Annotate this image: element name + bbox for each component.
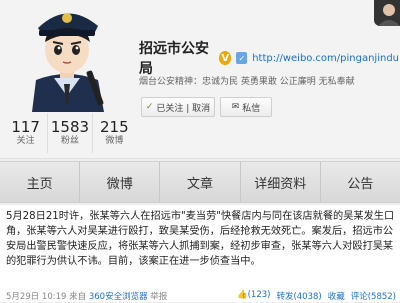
- post-source-prefix: 来自: [69, 292, 87, 302]
- envelope-icon: ✉: [231, 102, 240, 112]
- tab-details[interactable]: 详细资料: [240, 162, 321, 202]
- weibo-profile-page: 117 关注 1583 粉丝 215 微博 招远市公安局 V ✓ http://…: [0, 0, 400, 302]
- corner-avatar[interactable]: [374, 0, 400, 26]
- profile-name-row: 招远市公安局 V ✓ http://weibo.com/pinganjindu: [139, 41, 399, 77]
- weibo-post: 5月28日21时许，张某等六人在招远市"麦当劳"快餐店内与同在该店就餐的吴某发生…: [0, 205, 400, 302]
- verified-v-icon[interactable]: V: [218, 51, 232, 65]
- stat-posts[interactable]: 215 微博: [93, 113, 136, 153]
- profile-motto: 烟台公安精神：忠诚为民 英勇果敢 公正廉明 无私奉献: [139, 77, 355, 87]
- follow-status-button[interactable]: ✓ 已关注 | 取消: [141, 97, 215, 117]
- check-icon: ✓: [145, 102, 154, 112]
- profile-url-link[interactable]: http://weibo.com/pinganjindu: [252, 53, 399, 64]
- verified-url-icon: ✓: [236, 52, 248, 64]
- post-meta: 5月29日 10:19 来自 360安全浏览器 举报 👍(123) 转发(403…: [6, 289, 396, 303]
- follow-status-label: 已关注 | 取消: [156, 103, 211, 114]
- post-actions: 👍(123) 转发(4038) 收藏 评论(5852): [237, 290, 396, 302]
- following-label: 关注: [16, 136, 35, 146]
- profile-stats: 117 关注 1583 粉丝 215 微博: [4, 113, 136, 153]
- posts-label: 微博: [105, 136, 124, 146]
- profile-header: 117 关注 1583 粉丝 215 微博 招远市公安局 V ✓ http://…: [0, 0, 400, 159]
- post-date[interactable]: 5月29日 10:19: [6, 292, 66, 302]
- tab-home[interactable]: 主页: [0, 162, 81, 202]
- report-link[interactable]: 举报: [150, 292, 167, 302]
- private-message-label: 私信: [242, 103, 261, 114]
- comment-button[interactable]: 评论(5852): [351, 290, 396, 302]
- post-text: 5月28日21时许，张某等六人在招远市"麦当劳"快餐店内与同在该店就餐的吴某发生…: [6, 211, 395, 267]
- like-button[interactable]: 👍(123): [237, 290, 270, 302]
- profile-tabs: 主页 微博 文章 详细资料 公告: [0, 161, 400, 203]
- like-count: (123): [247, 290, 271, 300]
- tab-weibo[interactable]: 微博: [80, 162, 161, 202]
- posts-count: 215: [100, 118, 129, 136]
- private-message-button[interactable]: ✉ 私信: [220, 97, 272, 117]
- profile-name: 招远市公安局: [139, 41, 209, 77]
- followers-count: 1583: [50, 118, 90, 136]
- post-info: 5月29日 10:19 来自 360安全浏览器 举报: [6, 290, 237, 302]
- tab-announcements[interactable]: 公告: [320, 162, 400, 202]
- followers-label: 粉丝: [60, 136, 79, 146]
- following-count: 117: [11, 118, 40, 136]
- repost-button[interactable]: 转发(4038): [276, 290, 321, 302]
- tab-articles[interactable]: 文章: [160, 162, 241, 202]
- police-cartoon-avatar[interactable]: [14, 0, 120, 112]
- favorite-button[interactable]: 收藏: [328, 290, 345, 302]
- stat-following[interactable]: 117 关注: [4, 113, 49, 153]
- post-body: 5月28日21时许，张某等六人在招远市"麦当劳"快餐店内与同在该店就餐的吴某发生…: [6, 209, 396, 269]
- post-source[interactable]: 360安全浏览器: [89, 292, 148, 302]
- stat-followers[interactable]: 1583 粉丝: [48, 113, 93, 153]
